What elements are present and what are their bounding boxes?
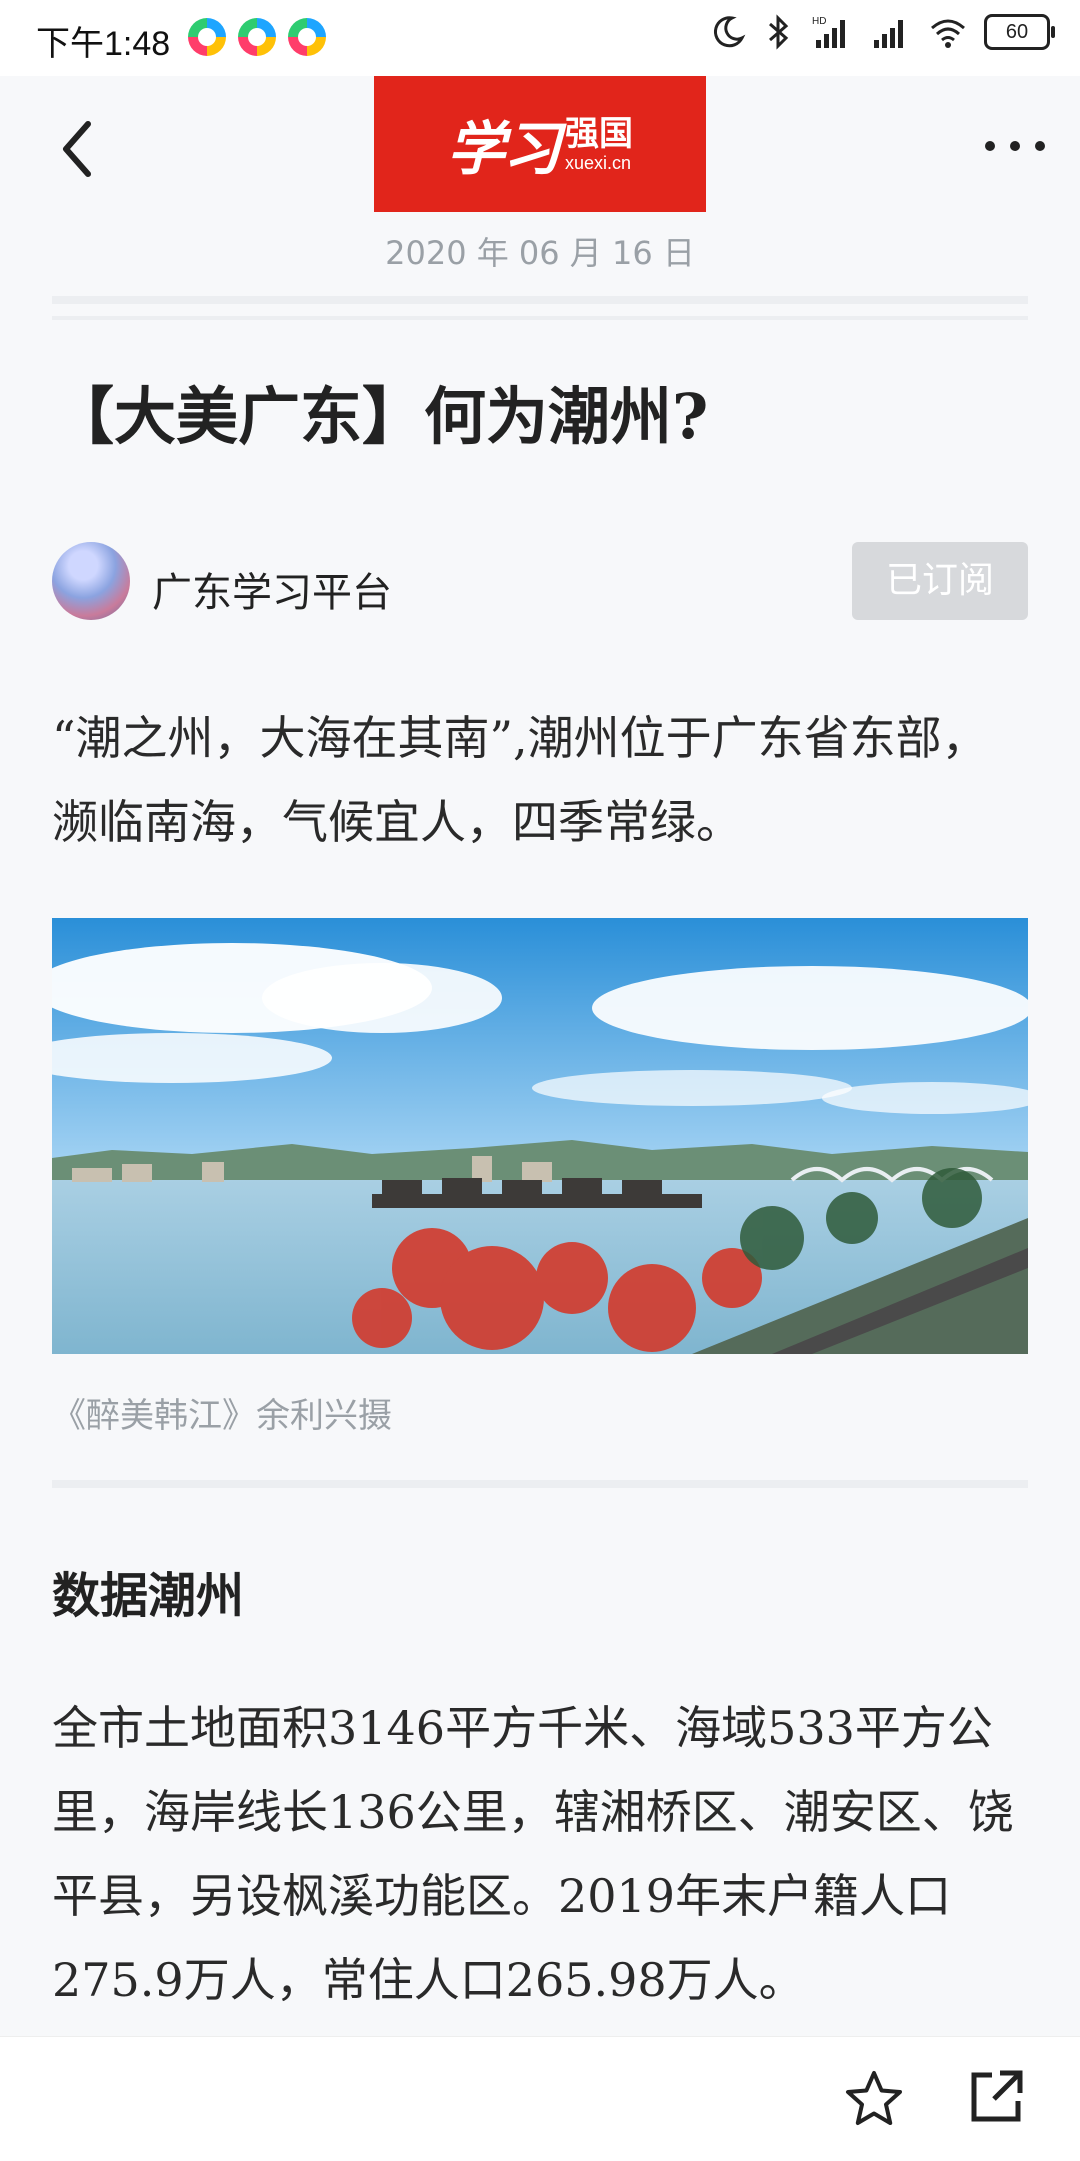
notification-icons (188, 18, 326, 56)
logo-strong-text: 强国 (565, 114, 633, 154)
author-row: 广东学习平台 已订阅 (52, 542, 1028, 622)
bottom-action-bar (0, 2036, 1080, 2161)
han-river-landscape-image (52, 918, 1028, 1354)
article-title: 【大美广东】何为潮州? (52, 380, 709, 453)
wifi-icon (931, 19, 965, 48)
article-photo[interactable] (52, 918, 1028, 1354)
battery-indicator: 60 (984, 14, 1055, 50)
app-notification-icon (238, 18, 276, 56)
section-title: 数据潮州 (52, 1568, 245, 1624)
app-notification-icon (288, 18, 326, 56)
status-time: 下午1:48 (36, 25, 171, 63)
moon-icon (713, 16, 746, 48)
image-caption: 《醉美韩江》余利兴摄 (52, 1396, 392, 1436)
signal-icon: HD (812, 16, 845, 48)
publish-date: 2020 年 06 月 16 日 (385, 234, 695, 272)
logo-script-text: 学习 (446, 115, 561, 183)
article-header: 学习 强国 xuexi.cn 2020 年 06 月 16 日 (0, 76, 1080, 286)
xuexi-logo: 学习 强国 xuexi.cn (374, 76, 706, 212)
back-arrow-icon[interactable] (52, 114, 112, 184)
author-name[interactable]: 广东学习平台 (152, 560, 392, 618)
signal-icon (874, 20, 903, 48)
logo-url-text: xuexi.cn (565, 153, 632, 173)
app-notification-icon (188, 18, 226, 56)
divider (52, 296, 1028, 304)
author-avatar[interactable] (52, 542, 130, 620)
status-icons: HD 60 (710, 14, 1055, 50)
more-dots-icon[interactable] (980, 126, 1050, 166)
network-badge: HD (812, 16, 826, 27)
star-icon[interactable] (842, 2067, 906, 2131)
section-text: 全市土地面积3146平方千米、海域533平方公里，海岸线长136公里，辖湘桥区、… (52, 1701, 1014, 2007)
share-external-icon[interactable] (966, 2067, 1026, 2127)
article-intro: “潮之州，大海在其南”,潮州位于广东省东部，濒临南海，气候宜人，四季常绿。 (52, 711, 988, 849)
divider (52, 1480, 1028, 1488)
divider (52, 316, 1028, 320)
subscribed-button[interactable]: 已订阅 (852, 542, 1028, 620)
status-bar: 下午1:48 HD 60 (0, 0, 1080, 76)
bluetooth-icon (769, 14, 789, 50)
